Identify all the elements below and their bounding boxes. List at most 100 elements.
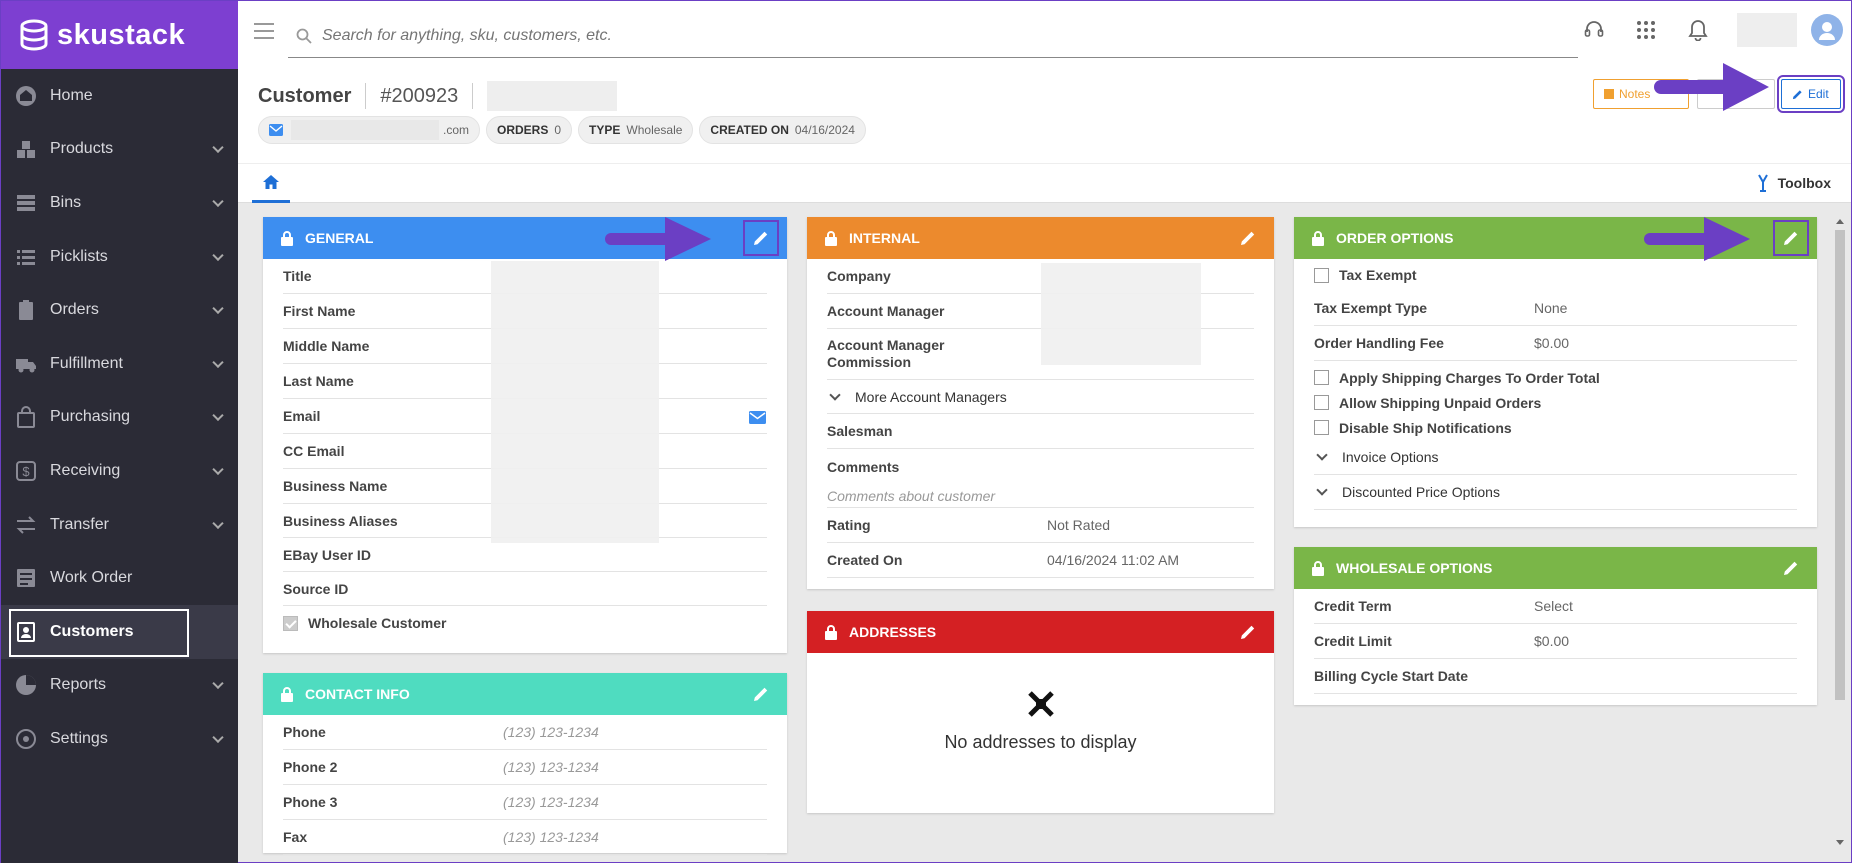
sidebar-item-orders[interactable]: Orders <box>1 283 238 337</box>
lock-icon <box>281 686 293 702</box>
credit-term-row: Credit Term Select <box>1314 589 1797 624</box>
created-label: CREATED ON <box>710 123 789 137</box>
type-chip: TYPE Wholesale <box>578 116 694 144</box>
chevron-down-icon <box>212 302 224 315</box>
addresses-card: ADDRESSES No addresses to display <box>807 611 1274 813</box>
tax-exempt-type-label: Tax Exempt Type <box>1314 300 1428 316</box>
orders-value: 0 <box>554 123 562 137</box>
sidebar-item-home[interactable]: Home <box>1 69 238 123</box>
more-account-managers-toggle[interactable]: More Account Managers <box>827 380 1254 414</box>
chevron-down-icon <box>829 388 841 401</box>
customer-name-redacted <box>487 81 618 111</box>
headset-icon[interactable] <box>1581 17 1607 43</box>
sidebar-item-products[interactable]: Products <box>1 123 238 177</box>
sidebar-item-purchasing[interactable]: Purchasing <box>1 391 238 445</box>
lock-icon <box>1312 230 1324 246</box>
avatar[interactable] <box>1811 14 1843 46</box>
more-account-managers-label: More Account Managers <box>855 388 1007 405</box>
orders-label: ORDERS <box>497 123 549 137</box>
chevron-down-icon <box>212 463 224 476</box>
no-location-icon <box>1027 691 1054 717</box>
reports-icon <box>15 674 37 696</box>
svg-text:$: $ <box>22 464 30 479</box>
search-input[interactable] <box>322 27 1222 45</box>
sidebar-item-work-order[interactable]: Work Order <box>1 551 238 605</box>
search-bar[interactable] <box>288 15 1578 58</box>
chevron-down-icon <box>212 517 224 529</box>
comments-input[interactable]: Comments about customer <box>827 484 1254 508</box>
billing-cycle-label: Billing Cycle Start Date <box>1314 668 1469 684</box>
sidebar-item-label: Home <box>50 86 93 104</box>
lock-icon <box>281 230 293 246</box>
invoice-options-toggle[interactable]: Invoice Options <box>1314 440 1797 475</box>
bell-icon[interactable] <box>1685 17 1711 43</box>
internal-card: INTERNAL Company Account Manager Account… <box>807 217 1274 589</box>
lock-icon <box>825 624 837 640</box>
sidebar-item-customers[interactable]: Customers <box>1 604 238 659</box>
field-label: Email <box>283 408 321 424</box>
credit-limit-row: Credit Limit $0.00 <box>1314 624 1797 659</box>
internal-card-header: INTERNAL <box>807 217 1274 259</box>
phone-placeholder: (123) 123-1234 <box>503 829 599 845</box>
sidebar-item-receiving[interactable]: $ Receiving <box>1 444 238 498</box>
edit-button[interactable]: Edit <box>1777 75 1845 113</box>
email-envelope-icon[interactable] <box>749 411 766 424</box>
sidebar-item-settings[interactable]: Settings <box>1 712 238 766</box>
internal-edit-pencil-icon[interactable] <box>1240 230 1256 246</box>
sidebar-item-reports[interactable]: Reports <box>1 659 238 713</box>
field-label: Last Name <box>283 373 354 389</box>
contact-row-fax[interactable]: Fax (123) 123-1234 <box>283 820 767 855</box>
home-icon <box>15 85 37 107</box>
sidebar-item-transfer[interactable]: Transfer <box>1 498 238 552</box>
field-label: Middle Name <box>283 338 370 354</box>
sidebar-item-picklists[interactable]: Picklists <box>1 230 238 284</box>
field-label: Business Aliases <box>283 512 398 529</box>
sidebar-item-fulfillment[interactable]: Fulfillment <box>1 337 238 391</box>
type-value: Wholesale <box>626 123 683 137</box>
toolbox-button[interactable]: Toolbox <box>1756 174 1831 192</box>
handling-fee-value: $0.00 <box>1534 335 1570 351</box>
contact-row-phone-2[interactable]: Phone 2 (123) 123-1234 <box>283 750 767 785</box>
tab-home[interactable] <box>252 164 290 203</box>
comments-placeholder: Comments about customer <box>827 487 996 504</box>
menu-icon[interactable] <box>254 23 274 39</box>
commission-label: Account Manager Commission <box>827 337 945 370</box>
disable-notifications-checkbox[interactable] <box>1314 420 1329 435</box>
search-icon <box>296 28 312 44</box>
apply-shipping-checkbox[interactable] <box>1314 370 1329 385</box>
email-redacted <box>291 120 439 140</box>
scrollbar[interactable] <box>1835 219 1845 851</box>
orders-chip[interactable]: ORDERS 0 <box>486 116 573 144</box>
apps-grid-icon[interactable] <box>1633 17 1659 43</box>
wholesale-customer-row: Wholesale Customer <box>283 606 767 640</box>
email-chip[interactable]: .com <box>258 116 481 144</box>
general-edit-pencil-icon[interactable] <box>743 220 779 256</box>
tax-exempt-checkbox[interactable] <box>1314 267 1329 283</box>
discounted-options-toggle[interactable]: Discounted Price Options <box>1314 475 1797 510</box>
brand-logo[interactable]: skustack <box>1 1 238 69</box>
allow-unpaid-checkbox[interactable] <box>1314 395 1329 410</box>
wholesale-options-edit-pencil-icon[interactable] <box>1783 560 1799 576</box>
order-options-edit-pencil-icon[interactable] <box>1773 220 1809 256</box>
highlight-box <box>9 608 189 657</box>
general-card: GENERAL Title First Name Middle Name Last N… <box>263 217 787 653</box>
toolbox-icon <box>1757 174 1768 192</box>
user-name-redacted[interactable] <box>1737 13 1797 47</box>
addresses-edit-pencil-icon[interactable] <box>1240 624 1256 640</box>
contact-edit-pencil-icon[interactable] <box>753 686 769 702</box>
discounted-options-label: Discounted Price Options <box>1342 484 1500 500</box>
apply-shipping-label: Apply Shipping Charges To Order Total <box>1339 369 1600 386</box>
wholesale-customer-checkbox[interactable] <box>283 615 298 631</box>
contact-row-phone-3[interactable]: Phone 3 (123) 123-1234 <box>283 785 767 820</box>
contact-row-phone[interactable]: Phone (123) 123-1234 <box>283 715 767 750</box>
disable-notifications-label: Disable Ship Notifications <box>1339 419 1512 436</box>
tax-exempt-type-value: None <box>1534 300 1568 316</box>
internal-title: INTERNAL <box>849 230 920 246</box>
sidebar-item-label: Orders <box>50 301 99 319</box>
sidebar-item-bins[interactable]: Bins <box>1 176 238 230</box>
sidebar-item-label: Purchasing <box>50 408 131 426</box>
comments-label: Comments <box>827 458 900 475</box>
chevron-down-icon <box>212 410 224 422</box>
credit-term-value[interactable]: Select <box>1534 598 1573 614</box>
billing-cycle-row: Billing Cycle Start Date <box>1314 659 1797 694</box>
